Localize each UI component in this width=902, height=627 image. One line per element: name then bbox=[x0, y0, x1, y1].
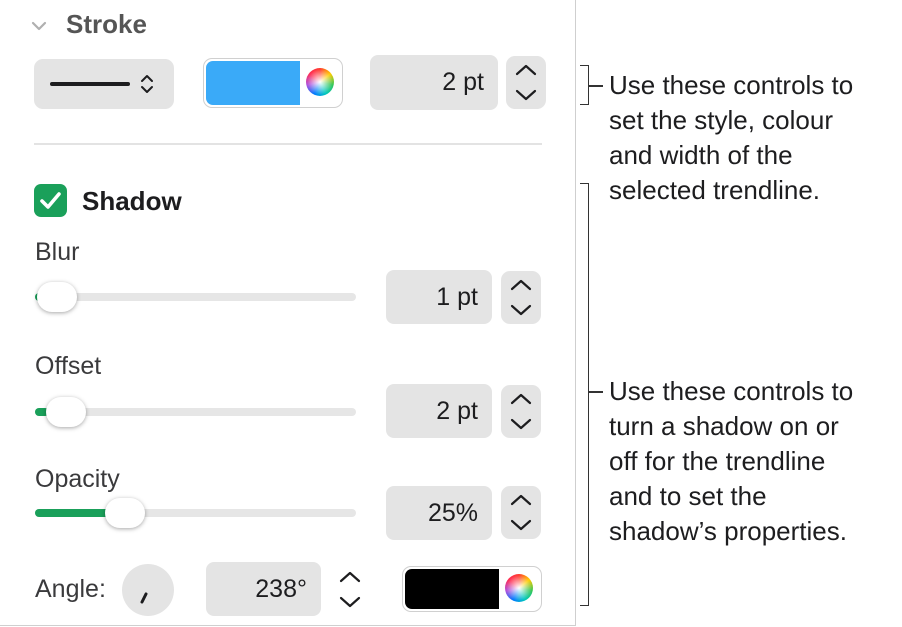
callout-line: Use these controls to bbox=[609, 70, 854, 100]
offset-slider-thumb[interactable] bbox=[46, 397, 86, 427]
shadow-color-swatch[interactable] bbox=[405, 569, 499, 609]
shadow-callout-bracket bbox=[580, 183, 589, 606]
stroke-color-swatch[interactable] bbox=[206, 61, 300, 105]
section-divider bbox=[34, 143, 542, 145]
angle-field[interactable]: 238° bbox=[206, 562, 321, 616]
callout-line: off for the trendline bbox=[609, 446, 826, 476]
stroke-callout-text: Use these controls to set the style, col… bbox=[609, 68, 853, 208]
stroke-disclosure-chevron-icon[interactable] bbox=[30, 17, 48, 35]
stroke-width-value: 2 pt bbox=[442, 68, 484, 96]
blur-value: 1 pt bbox=[436, 283, 478, 311]
color-wheel-icon[interactable] bbox=[306, 68, 334, 96]
format-sidebar-panel: Stroke 2 pt Shadow Blur 1 pt Offset 2 pt… bbox=[0, 0, 576, 626]
opacity-label: Opacity bbox=[35, 465, 120, 493]
angle-label: Angle: bbox=[35, 575, 106, 603]
callout-line: selected trendline. bbox=[609, 175, 821, 205]
callout-line: shadow’s properties. bbox=[609, 516, 847, 546]
stroke-callout-bracket bbox=[580, 65, 589, 105]
stroke-section-title: Stroke bbox=[66, 9, 147, 39]
checkmark-icon bbox=[40, 192, 61, 209]
angle-stepper[interactable] bbox=[330, 563, 370, 616]
offset-field[interactable]: 2 pt bbox=[386, 384, 492, 438]
shadow-callout-leader bbox=[589, 391, 603, 393]
color-wheel-icon[interactable] bbox=[505, 574, 533, 602]
shadow-color-well[interactable] bbox=[402, 566, 542, 612]
line-style-icon bbox=[50, 82, 130, 86]
stroke-callout-leader bbox=[589, 85, 603, 87]
stroke-width-field[interactable]: 2 pt bbox=[370, 55, 498, 110]
offset-slider[interactable] bbox=[35, 397, 356, 427]
callout-line: Use these controls to bbox=[609, 376, 854, 406]
blur-slider-thumb[interactable] bbox=[37, 282, 77, 312]
opacity-field[interactable]: 25% bbox=[386, 486, 492, 540]
up-down-chevron-icon bbox=[138, 71, 156, 102]
shadow-callout-text: Use these controls to turn a shadow on o… bbox=[609, 374, 853, 549]
callout-line: and to set the bbox=[609, 481, 767, 511]
angle-value: 238° bbox=[255, 575, 307, 603]
opacity-stepper[interactable] bbox=[501, 486, 541, 539]
offset-stepper[interactable] bbox=[501, 385, 541, 438]
blur-slider[interactable] bbox=[35, 282, 356, 312]
offset-value: 2 pt bbox=[436, 397, 478, 425]
opacity-slider-thumb[interactable] bbox=[105, 498, 145, 528]
opacity-value: 25% bbox=[427, 499, 478, 527]
stroke-color-well[interactable] bbox=[203, 58, 343, 108]
blur-stepper[interactable] bbox=[501, 271, 541, 324]
line-style-popup[interactable] bbox=[34, 59, 174, 109]
offset-label: Offset bbox=[35, 352, 102, 380]
callout-line: turn a shadow on or bbox=[609, 411, 839, 441]
stroke-width-stepper[interactable] bbox=[506, 56, 546, 109]
shadow-checkbox[interactable] bbox=[34, 184, 67, 217]
callout-line: set the style, colour bbox=[609, 105, 833, 135]
callout-line: and width of the bbox=[609, 140, 793, 170]
opacity-slider[interactable] bbox=[35, 498, 356, 528]
blur-label: Blur bbox=[35, 238, 80, 266]
shadow-section-title: Shadow bbox=[82, 186, 182, 216]
blur-field[interactable]: 1 pt bbox=[386, 270, 492, 324]
angle-dial-icon[interactable] bbox=[122, 564, 174, 616]
